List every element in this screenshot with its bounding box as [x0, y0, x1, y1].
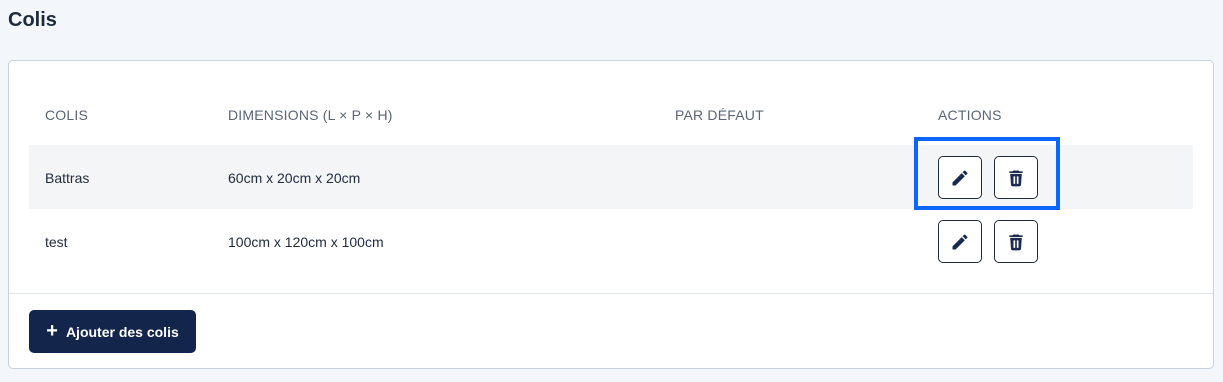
page-title: Colis [8, 9, 57, 31]
row-actions [938, 220, 1038, 263]
delete-button[interactable] [994, 220, 1038, 263]
pencil-icon [952, 233, 968, 249]
packages-table: COLIS DIMENSIONS (L × P × H) PAR DÉFAUT … [29, 95, 1193, 273]
cell-dimensions: 100cm x 120cm x 100cm [228, 234, 384, 250]
packages-card: COLIS DIMENSIONS (L × P × H) PAR DÉFAUT … [8, 60, 1214, 369]
cell-package-name: Battras [45, 170, 90, 186]
trash-icon [1009, 170, 1023, 186]
pencil-icon [952, 169, 968, 185]
cell-dimensions: 60cm x 20cm x 20cm [228, 170, 361, 186]
plus-icon: + [46, 319, 58, 342]
edit-button[interactable] [938, 220, 982, 263]
trash-icon [1009, 234, 1023, 250]
row-actions [938, 156, 1038, 199]
delete-button[interactable] [994, 156, 1038, 199]
card-divider [9, 293, 1213, 294]
cell-package-name: test [45, 234, 68, 250]
add-packages-label: Ajouter des colis [65, 323, 179, 340]
header-default: PAR DÉFAUT [675, 107, 764, 123]
header-actions: ACTIONS [938, 107, 1002, 123]
header-colis: COLIS [45, 107, 89, 123]
table-row: test 100cm x 120cm x 100cm [29, 209, 1193, 273]
header-dimensions: DIMENSIONS (L × P × H) [228, 107, 393, 123]
table-row: Battras 60cm x 20cm x 20cm [29, 145, 1193, 209]
edit-button[interactable] [938, 156, 982, 199]
add-packages-button[interactable]: + Ajouter des colis [29, 310, 196, 353]
table-header: COLIS DIMENSIONS (L × P × H) PAR DÉFAUT … [29, 95, 1193, 145]
